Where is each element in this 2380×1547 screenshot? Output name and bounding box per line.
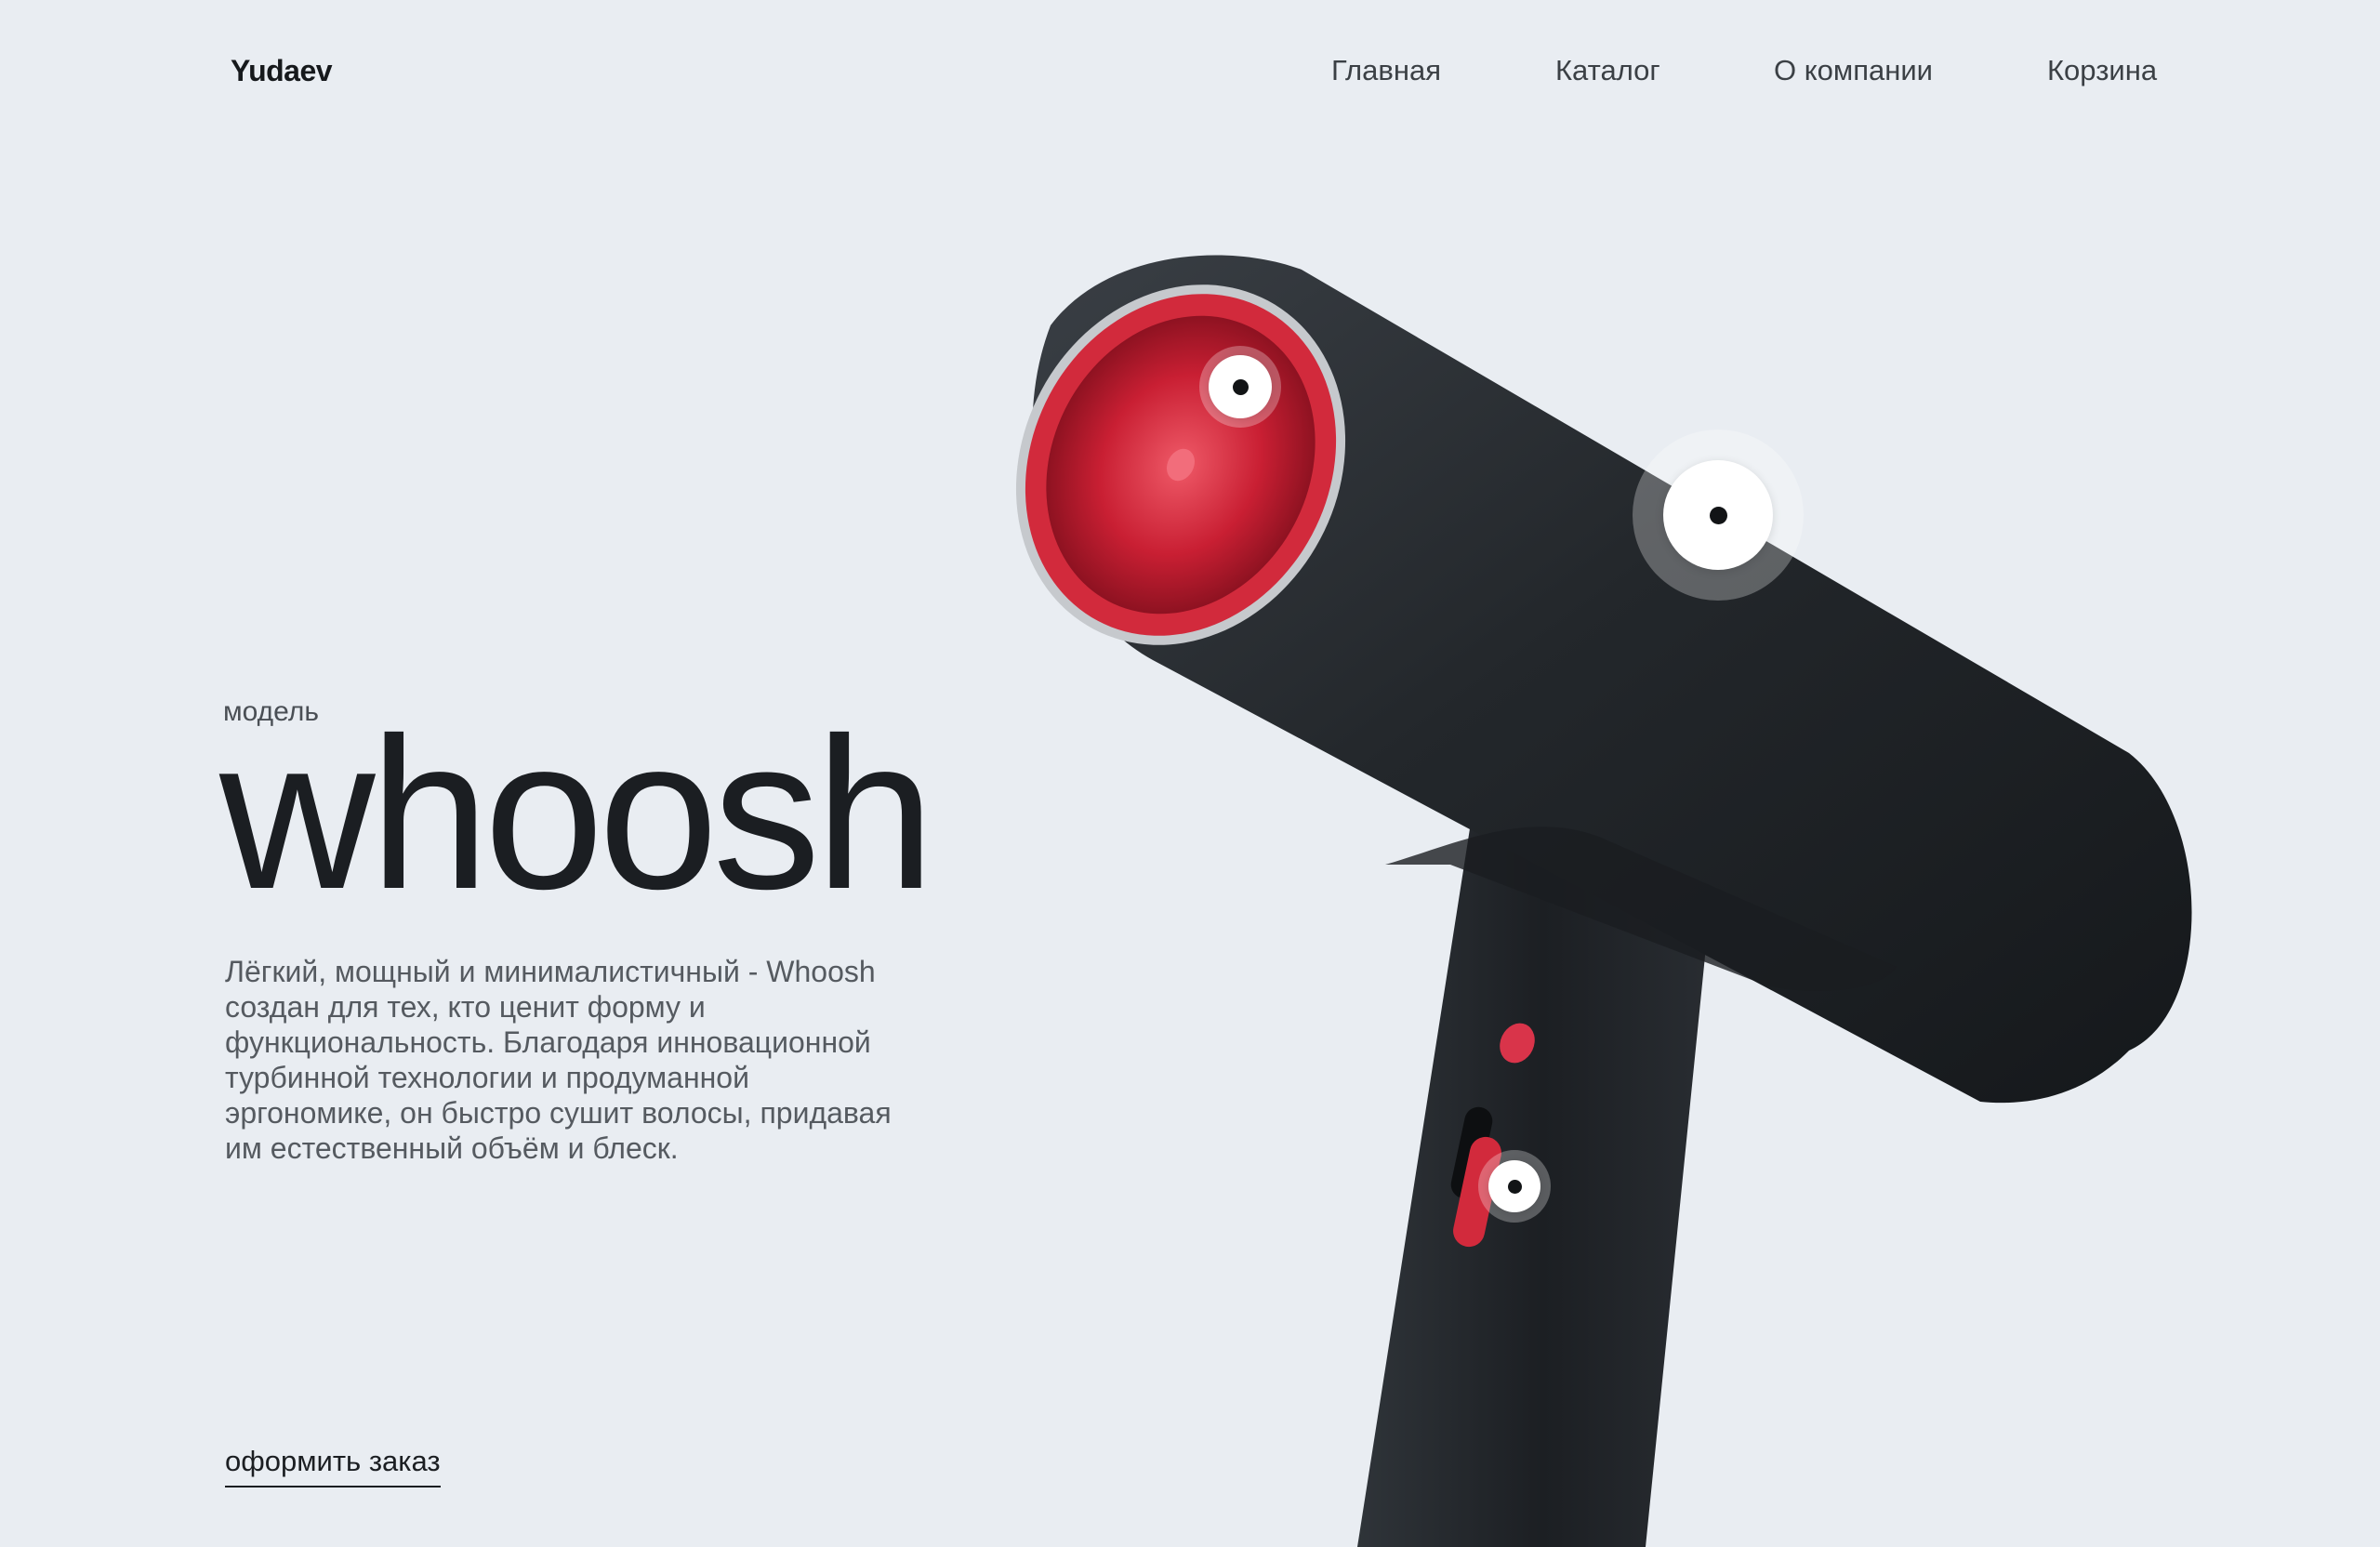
hotspot-icon [1209,355,1272,418]
nav-home[interactable]: Главная [1331,54,1441,87]
nav-cart[interactable]: Корзина [2047,54,2157,87]
hero-description: Лёгкий, мощный и минималистичный - Whoos… [225,955,892,1165]
hero-title: whoosh [219,694,935,934]
main-nav: Главная Каталог О компании Корзина [0,54,2380,95]
order-button[interactable]: оформить заказ [225,1445,441,1488]
page: Yudaev Главная Каталог О компании Корзин… [0,0,2380,1547]
hotspot-nozzle[interactable] [1199,346,1281,428]
nav-about[interactable]: О компании [1774,54,1933,87]
hotspot-body[interactable] [1633,430,1804,601]
nav-catalog[interactable]: Каталог [1555,54,1660,87]
hotspot-icon [1663,460,1773,570]
hotspot-switch[interactable] [1478,1150,1551,1223]
hotspot-icon [1488,1160,1540,1212]
hair-dryer-illustration [967,214,2268,1547]
